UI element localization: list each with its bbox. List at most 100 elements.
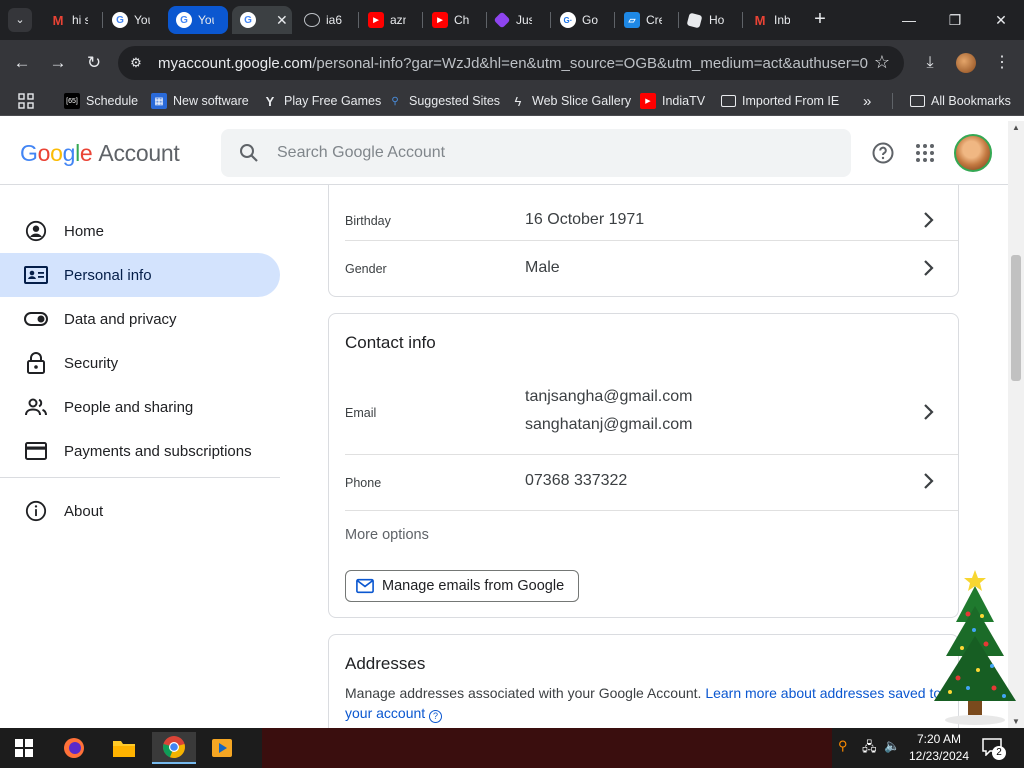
scroll-up-arrow[interactable]: ▲	[1008, 123, 1024, 132]
account-header: Google Account	[0, 121, 1008, 185]
system-clock[interactable]: 7:20 AM 12/23/2024	[904, 731, 974, 765]
youtube-icon: ▶	[368, 12, 384, 28]
tab-separator	[678, 12, 679, 28]
new-tab-button[interactable]: +	[808, 8, 832, 32]
email-row[interactable]: Email tanjsangha@gmail.com sanghatanj@gm…	[329, 372, 958, 454]
nav-item-label: Home	[64, 222, 105, 240]
youtube-icon: ▶	[432, 12, 448, 28]
all-bookmarks-button[interactable]: All Bookmarks	[910, 92, 1011, 110]
bookmark-indiatv[interactable]: ▶ IndiaTV	[640, 92, 705, 110]
credit-card-icon	[24, 439, 48, 463]
tab-search-button[interactable]: ⌄	[8, 8, 32, 32]
google-wordmark: Google	[20, 140, 93, 166]
phone-row[interactable]: Phone 07368 337322	[329, 455, 958, 510]
contact-info-title: Contact info	[345, 333, 436, 352]
address-bar[interactable]: ⚙ myaccount.google.com/personal-info?gar…	[118, 46, 904, 80]
birthday-label: Birthday	[345, 214, 391, 228]
google-account-logo[interactable]: Google Account	[20, 140, 180, 167]
bookmark-star-icon[interactable]: ☆	[874, 52, 890, 73]
scroll-thumb[interactable]	[1011, 255, 1021, 381]
forward-button[interactable]: →	[46, 51, 70, 75]
search-input[interactable]	[277, 141, 817, 165]
nav-item-data-and-privacy[interactable]: Data and privacy	[0, 297, 280, 341]
tab-separator	[550, 12, 551, 28]
tab-active[interactable]: G ✕	[232, 6, 292, 34]
tab-title: Go	[582, 13, 598, 27]
reload-button[interactable]: ↻	[82, 51, 106, 75]
bookmark-label: Imported From IE	[742, 94, 840, 108]
nav-item-about[interactable]: About	[0, 489, 280, 533]
more-options-label: More options	[345, 527, 429, 543]
nav-item-personal-info[interactable]: Personal info	[0, 253, 280, 297]
games-icon: Y	[265, 93, 275, 109]
download-icon[interactable]: ⤓	[918, 51, 942, 75]
profile-avatar-small[interactable]	[956, 53, 976, 73]
restore-button[interactable]: ❐	[932, 6, 978, 34]
tab-title: Cre	[646, 13, 662, 27]
browser-toolbar: ← → ↻ ⚙ myaccount.google.com/personal-in…	[0, 40, 1024, 86]
clock-date: 12/23/2024	[908, 749, 970, 763]
firefox-taskbar-button[interactable]	[52, 732, 96, 764]
tab-roblox[interactable]: Ho	[680, 6, 740, 34]
start-button[interactable]	[2, 732, 46, 764]
app-icon: ▱	[624, 12, 640, 28]
tab-google-lens[interactable]: G· Go	[552, 6, 612, 34]
search-tray-icon[interactable]: ⚲	[838, 738, 848, 754]
help-icon[interactable]	[871, 141, 895, 165]
apps-grid-icon[interactable]	[18, 92, 34, 110]
google-lens-icon: G·	[560, 12, 576, 28]
windows-taskbar: ⚲ 🖧 🔈 7:20 AM 12/23/2024 2	[0, 728, 1024, 768]
account-avatar[interactable]	[954, 134, 992, 172]
close-tab-icon[interactable]: ✕	[276, 12, 288, 29]
notifications-button[interactable]: 2	[982, 738, 1006, 760]
help-circle-icon[interactable]: ?	[429, 710, 443, 723]
bookmark-play-free-games[interactable]: Y Play Free Games	[262, 92, 382, 110]
firefox-icon	[64, 738, 84, 758]
youtube-icon: ▶	[640, 93, 656, 109]
bookmark-suggested-sites[interactable]: ⚲ Suggested Sites	[387, 92, 500, 110]
google-apps-icon[interactable]	[913, 141, 937, 165]
nav-item-home[interactable]: Home	[0, 209, 280, 253]
tab-google-account-1[interactable]: G You	[104, 6, 166, 34]
bookmark-new-software[interactable]: ▦ New software	[151, 92, 249, 110]
url-text[interactable]: myaccount.google.com/personal-info?gar=W…	[158, 55, 868, 72]
minimize-button[interactable]: —	[886, 6, 932, 34]
file-explorer-taskbar-button[interactable]	[102, 732, 146, 764]
mail-icon	[356, 578, 374, 594]
search-box[interactable]	[221, 129, 851, 177]
chrome-taskbar-button[interactable]	[152, 732, 196, 764]
tab-gmail-2[interactable]: M Inb	[744, 6, 804, 34]
chevron-right-icon	[924, 473, 934, 489]
tab-separator	[614, 12, 615, 28]
tab-google-account-2[interactable]: G You	[168, 6, 228, 34]
christmas-tree-decoration	[934, 570, 1016, 725]
more-bookmarks-button[interactable]: »	[863, 92, 871, 110]
google-icon: G	[176, 12, 192, 28]
chrome-menu-icon[interactable]: ⋮	[990, 51, 1014, 75]
bookmark-schedule[interactable]: [65] Schedule	[64, 92, 138, 110]
tab-globe[interactable]: ia6	[296, 6, 356, 34]
bookmark-imported-from-ie[interactable]: Imported From IE	[721, 92, 839, 110]
tab-app-1[interactable]: Jus	[488, 6, 548, 34]
back-button[interactable]: ←	[10, 51, 34, 75]
volume-muted-icon[interactable]: 🔈	[884, 738, 900, 754]
bookmark-web-slice-gallery[interactable]: ϟ Web Slice Gallery	[510, 92, 632, 110]
manage-emails-button[interactable]: Manage emails from Google	[345, 570, 580, 602]
close-window-button[interactable]: ✕	[978, 6, 1024, 34]
nav-item-label: Payments and subscriptions	[64, 442, 252, 460]
tab-gmail-1[interactable]: M hi s	[42, 6, 102, 34]
tab-youtube-2[interactable]: ▶ Ch	[424, 6, 484, 34]
nav-item-people-and-sharing[interactable]: People and sharing	[0, 385, 280, 429]
email-value-secondary: sanghatanj@gmail.com	[525, 416, 693, 433]
desktop-wallpaper-strip	[262, 728, 832, 768]
media-player-taskbar-button[interactable]	[200, 732, 244, 764]
birthday-row[interactable]: Birthday 16 October 1971	[329, 185, 958, 241]
network-icon[interactable]: 🖧	[862, 738, 877, 760]
tab-youtube-1[interactable]: ▶ azn	[360, 6, 420, 34]
nav-item-label: Personal info	[64, 266, 152, 284]
tab-app-2[interactable]: ▱ Cre	[616, 6, 676, 34]
nav-item-security[interactable]: Security	[0, 341, 280, 385]
gender-row[interactable]: Gender Male	[329, 241, 958, 297]
nav-item-payments-and-subscriptions[interactable]: Payments and subscriptions	[0, 429, 280, 473]
site-info-icon[interactable]: ⚙	[126, 53, 146, 73]
